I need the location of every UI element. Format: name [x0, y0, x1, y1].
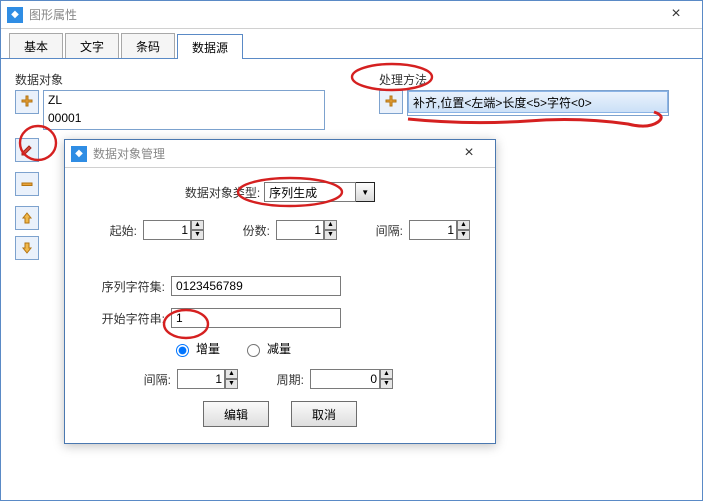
remove-object-button[interactable] [15, 172, 39, 196]
tab-basic[interactable]: 基本 [9, 33, 63, 58]
type-value[interactable] [264, 182, 356, 202]
add-object-button[interactable] [15, 90, 39, 114]
charset-label: 序列字符集: [87, 278, 165, 295]
radio-decrement[interactable]: 减量 [242, 340, 291, 357]
dropdown-icon[interactable]: ▼ [356, 182, 375, 202]
move-down-button[interactable] [15, 236, 39, 260]
interval-spinner[interactable]: ▲▼ [457, 220, 470, 240]
startstr-label: 开始字符串: [87, 310, 165, 327]
list-item[interactable]: 00001 [44, 109, 324, 127]
start-spinner[interactable]: ▲▼ [191, 220, 204, 240]
data-object-list[interactable]: ZL 00001 [43, 90, 325, 130]
edit-object-button[interactable] [15, 138, 39, 162]
interval-input[interactable] [409, 220, 457, 240]
close-button[interactable]: × [656, 3, 696, 27]
start-input[interactable] [143, 220, 191, 240]
add-method-button[interactable] [379, 90, 403, 114]
interval2-spinner[interactable]: ▲▼ [225, 369, 238, 389]
radio-increment[interactable]: 增量 [171, 340, 220, 357]
list-item[interactable]: 补齐,位置<左端>长度<5>字符<0> [408, 91, 668, 113]
list-item[interactable]: ZL [44, 91, 324, 109]
data-object-dialog: ◆ 数据对象管理 × 数据对象类型: ▼ 起始: ▲▼ 份数: ▲▼ 间隔: ▲… [64, 139, 496, 444]
interval2-label: 间隔: [133, 371, 171, 388]
type-label: 数据对象类型: [185, 184, 260, 201]
copies-label: 份数: [232, 222, 270, 239]
method-label: 处理方法 [379, 71, 669, 88]
start-label: 起始: [99, 222, 137, 239]
copies-input[interactable] [276, 220, 324, 240]
dialog-title: 数据对象管理 [93, 145, 449, 162]
app-icon: ◆ [7, 7, 23, 23]
tab-bar: 基本 文字 条码 数据源 [1, 33, 702, 59]
charset-input[interactable] [171, 276, 341, 296]
copies-spinner[interactable]: ▲▼ [324, 220, 337, 240]
interval-label: 间隔: [365, 222, 403, 239]
tab-text[interactable]: 文字 [65, 33, 119, 58]
period-spinner[interactable]: ▲▼ [380, 369, 393, 389]
dialog-icon: ◆ [71, 146, 87, 162]
startstr-input[interactable] [171, 308, 341, 328]
cancel-button[interactable]: 取消 [291, 401, 357, 427]
type-combobox[interactable]: ▼ [264, 182, 375, 202]
edit-button[interactable]: 编辑 [203, 401, 269, 427]
period-label: 周期: [266, 371, 304, 388]
window-title: 图形属性 [29, 6, 656, 23]
period-input[interactable] [310, 369, 380, 389]
interval2-input[interactable] [177, 369, 225, 389]
tab-datasource[interactable]: 数据源 [177, 34, 243, 59]
move-up-button[interactable] [15, 206, 39, 230]
titlebar: ◆ 图形属性 × [1, 1, 702, 29]
dialog-close-button[interactable]: × [449, 142, 489, 166]
data-object-label: 数据对象 [15, 71, 325, 88]
method-list[interactable]: 补齐,位置<左端>长度<5>字符<0> [407, 90, 669, 116]
tab-barcode[interactable]: 条码 [121, 33, 175, 58]
